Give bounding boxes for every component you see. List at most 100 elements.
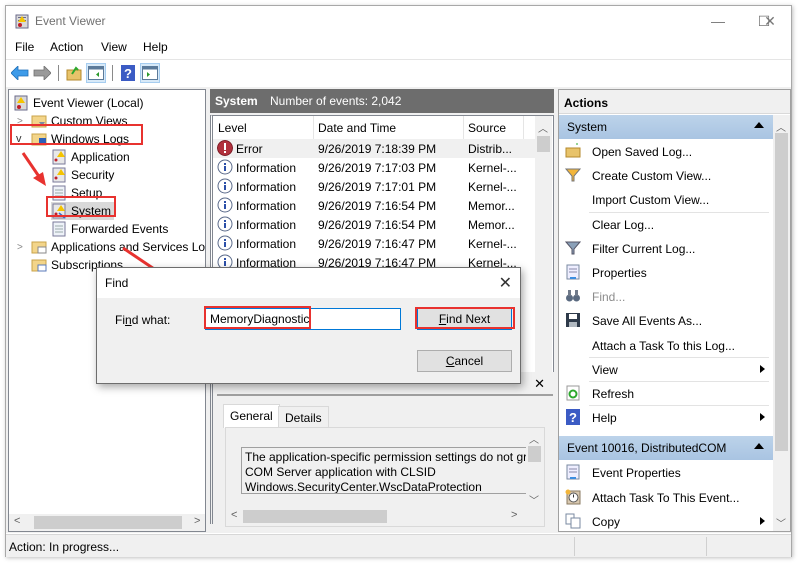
tree-label: Forwarded Events [71,222,169,236]
show-hide-console-tree-button[interactable] [86,63,106,83]
actions-vertical-scrollbar[interactable]: ︿ ﹀ [773,115,790,531]
cancel-button[interactable]: Cancel [417,350,512,372]
expand-chevron-icon[interactable]: > [17,242,23,253]
action-item[interactable]: View [559,358,773,381]
event-row[interactable]: Error 9/26/2019 7:18:39 PM Distrib... [213,139,535,158]
tree-item-custom-views[interactable]: Custom Views [31,112,127,130]
scroll-right-arrow-icon[interactable]: > [194,515,200,527]
action-group-header[interactable]: Event 10016, DistributedCOM [559,436,773,461]
scroll-right-arrow-icon[interactable]: > [511,509,517,521]
action-item[interactable]: Clear Log... [559,213,773,236]
tree-item-security[interactable]: Security [51,166,114,184]
event-level: Information [236,180,297,194]
action-item-label: View [592,362,618,377]
general-tab-body: The application-specific permission sett… [225,427,545,527]
scrollbar-thumb[interactable] [537,136,550,152]
column-header-date-and-time[interactable]: Date and Time [318,121,396,135]
menu-help[interactable]: Help [143,40,168,54]
tree-item-windows-logs[interactable]: Windows Logs [31,130,129,148]
event-source: Memor... [468,218,515,232]
column-header-source[interactable]: Source [468,121,506,135]
log-name: System [215,94,258,108]
description-line: Windows.SecurityCenter.WscDataProtection [245,480,482,494]
tree-item-system[interactable]: System [51,202,115,220]
scrollbar-thumb[interactable] [528,446,541,462]
event-row[interactable]: Information 9/26/2019 7:17:01 PM Kernel-..… [213,177,535,196]
tree-item-forwarded-events[interactable]: Forwarded Events [51,220,168,238]
collapse-caret-icon[interactable] [754,122,764,128]
submenu-arrow-icon [760,364,765,373]
column-header-level[interactable]: Level [218,121,247,135]
scroll-up-arrow-icon[interactable]: ︿ [776,119,786,134]
tree-root-event-viewer[interactable]: Event Viewer (Local) [13,94,144,112]
action-item-label: Open Saved Log... [592,145,693,159]
forward-button[interactable] [32,63,52,83]
find-dialog-close-icon[interactable]: ✕ [499,273,512,293]
event-row[interactable]: Information 9/26/2019 7:16:54 PM Memor... [213,215,535,234]
events-vertical-scrollbar[interactable]: ︿ ﹀ [535,116,552,404]
action-item[interactable]: Refresh [559,382,773,405]
show-hide-action-pane-button[interactable] [140,63,160,83]
action-item[interactable]: ? Help [559,406,773,429]
information-icon [217,216,233,232]
expand-chevron-icon[interactable]: > [17,116,23,127]
action-group-header[interactable]: System [559,115,773,139]
log-warning-icon [52,167,66,183]
action-item[interactable]: Create Custom View... [559,164,773,187]
action-item[interactable]: Copy [559,510,773,531]
action-item[interactable]: Save All Events As... [559,309,773,332]
status-divider [574,537,575,556]
event-source: Kernel-... [468,180,517,194]
tree-item-application[interactable]: Application [51,148,130,166]
action-item[interactable]: Open Saved Log... [559,140,773,163]
minimize-button[interactable]: — [695,6,741,36]
find-what-input[interactable] [205,308,401,330]
open-saved-log-button[interactable] [64,63,84,83]
tab-general[interactable]: General [223,404,280,428]
scroll-up-arrow-icon[interactable]: ︿ [538,120,548,135]
action-item[interactable]: Event Properties [559,461,773,484]
event-row[interactable]: Information 9/26/2019 7:17:03 PM Kernel-..… [213,158,535,177]
description-vertical-scrollbar[interactable]: ︿ ﹀ [526,428,543,508]
tree-horizontal-scrollbar[interactable]: < > [9,514,205,531]
scroll-left-arrow-icon[interactable]: < [14,515,20,527]
close-button[interactable]: ✕ [747,6,793,36]
action-item-label: Import Custom View... [592,193,710,208]
action-item[interactable]: Attach a Task To this Log... [559,334,773,357]
scrollbar-thumb[interactable] [775,133,788,451]
column-divider[interactable] [523,116,524,139]
action-item[interactable]: Filter Current Log... [559,237,773,260]
back-button[interactable] [10,63,30,83]
collapse-chevron-icon[interactable]: v [16,133,22,145]
minimize-icon: — [711,13,725,29]
action-item-label: Find... [592,290,626,305]
menu-action[interactable]: Action [50,40,83,54]
scrollbar-thumb[interactable] [34,516,182,529]
scroll-down-arrow-icon[interactable]: ﹀ [776,515,786,530]
collapse-caret-icon[interactable] [754,443,764,450]
menu-file[interactable]: File [15,40,34,54]
scroll-up-arrow-icon[interactable]: ︿ [529,431,539,446]
help-button[interactable]: ? [118,63,138,83]
find-next-button[interactable]: Find Next [417,308,512,330]
event-row[interactable]: Information 9/26/2019 7:16:47 PM Kernel-..… [213,234,535,253]
tree-item-setup[interactable]: Setup [51,184,102,202]
action-group-label: Event 10016, DistributedCOM [567,441,727,456]
action-item[interactable]: Attach Task To This Event... [559,486,773,509]
scrollbar-thumb[interactable] [243,510,387,523]
description-horizontal-scrollbar[interactable]: < > [226,508,526,525]
tree-label: Custom Views [51,114,128,128]
tab-details[interactable]: Details [278,406,329,428]
close-detail-icon[interactable]: ✕ [534,376,545,392]
event-row[interactable]: Information 9/26/2019 7:16:54 PM Memor... [213,196,535,215]
menu-view[interactable]: View [101,40,127,54]
action-item[interactable]: Properties [559,261,773,284]
column-divider[interactable] [463,116,464,139]
column-divider[interactable] [313,116,314,139]
tree-item-applications-and-services-logs[interactable]: Applications and Services Lo [31,238,205,256]
action-item-label: Create Custom View... [592,169,712,184]
scroll-down-arrow-icon[interactable]: ﹀ [529,492,539,507]
scroll-left-arrow-icon[interactable]: < [231,509,237,521]
action-item[interactable]: Import Custom View... [559,188,773,211]
event-source: Memor... [468,199,515,213]
